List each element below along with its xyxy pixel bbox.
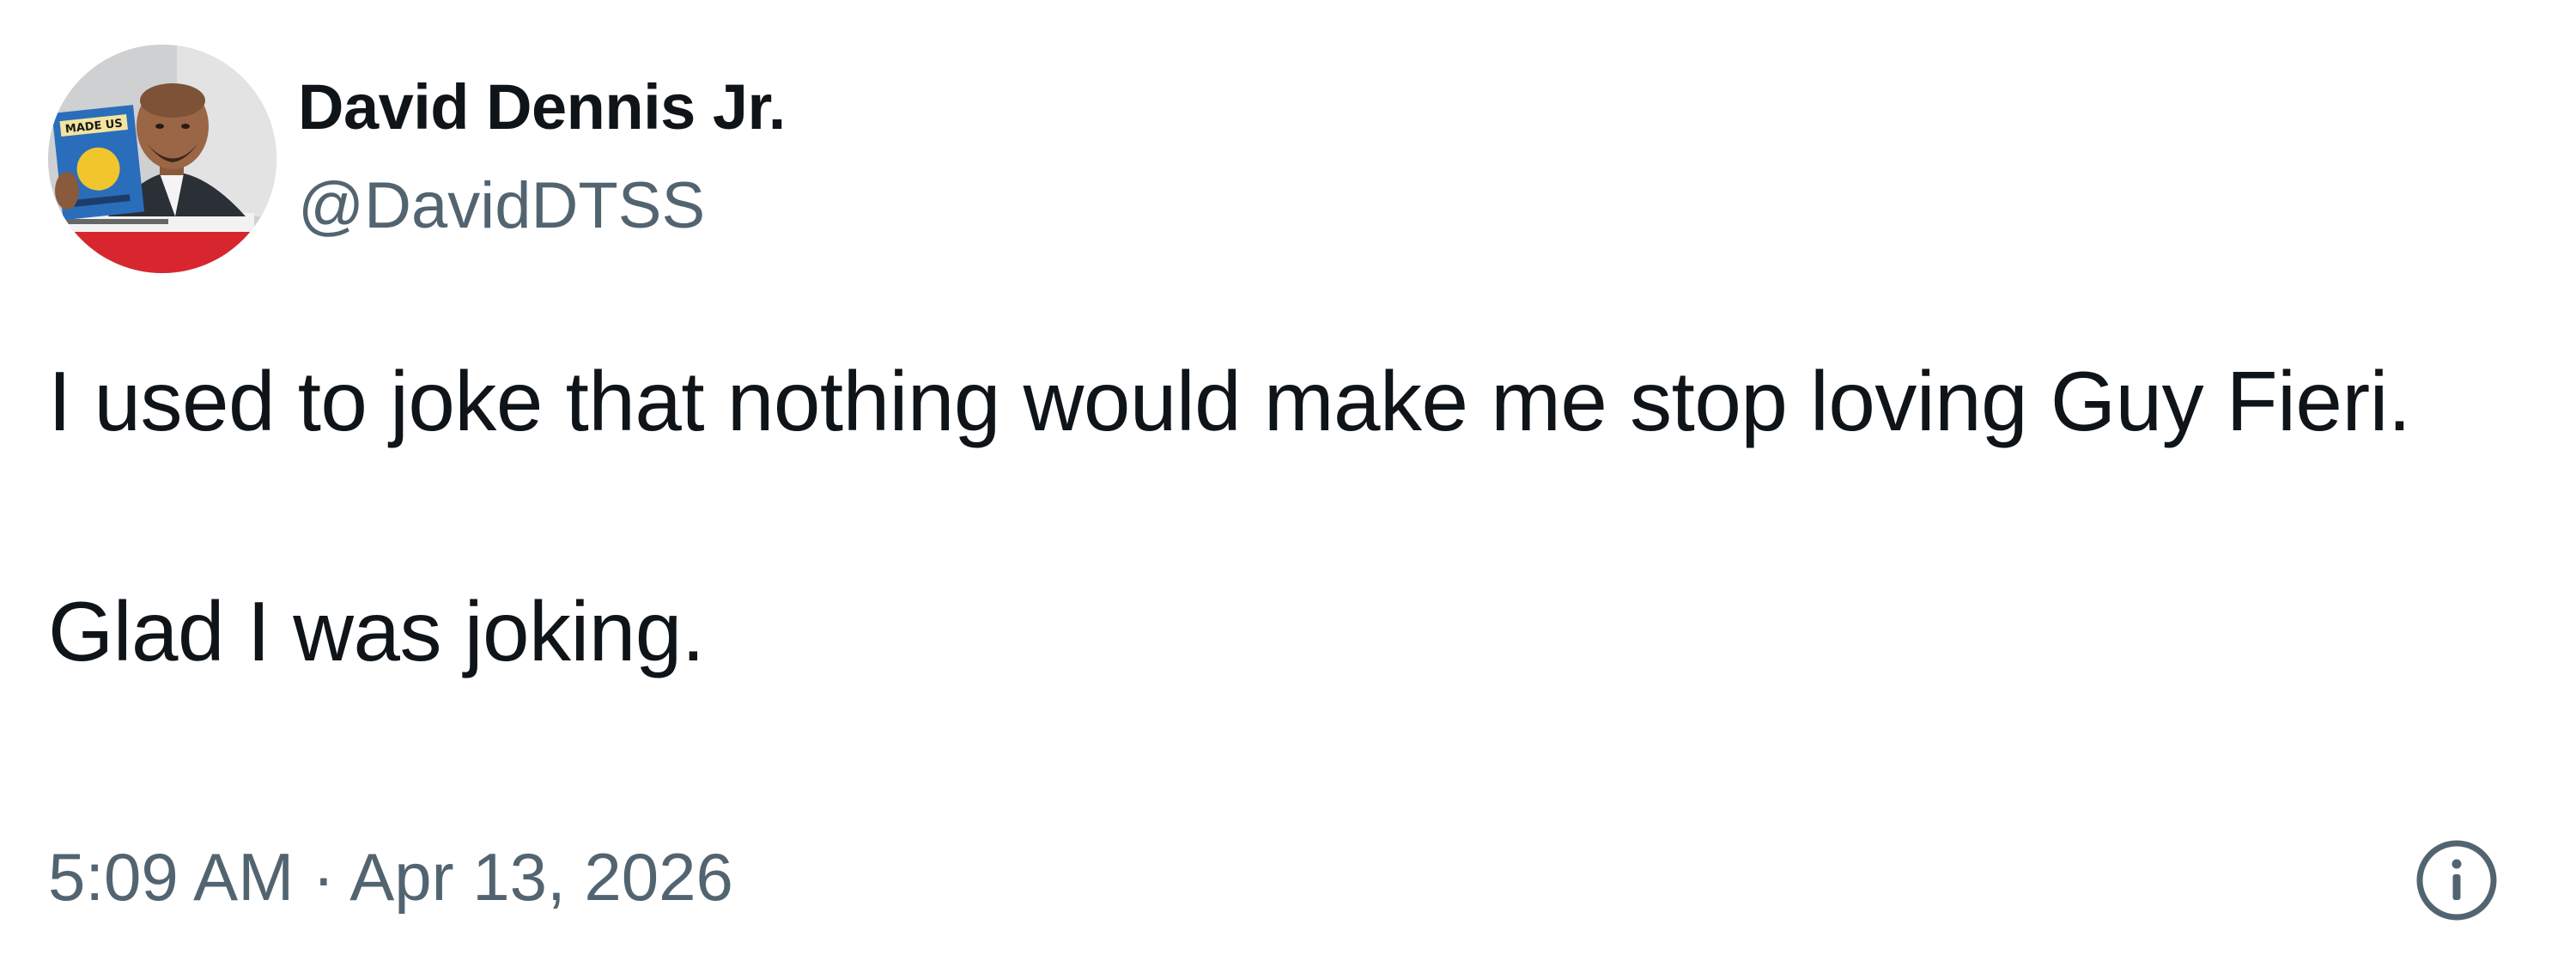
tweet-card: MADE US David Dennis Jr. @DavidDTSS I us… bbox=[0, 0, 2576, 961]
info-button[interactable] bbox=[2415, 838, 2499, 922]
tweet-paragraph: I used to joke that nothing would make m… bbox=[48, 354, 2411, 448]
author-handle[interactable]: @DavidDTSS bbox=[298, 170, 705, 242]
info-icon bbox=[2416, 840, 2497, 921]
author-display-name[interactable]: David Dennis Jr. bbox=[298, 72, 786, 143]
avatar-photo: MADE US bbox=[48, 45, 276, 273]
tweet-text: I used to joke that nothing would make m… bbox=[48, 344, 2538, 689]
avatar[interactable]: MADE US bbox=[48, 45, 276, 273]
tweet-paragraph: Glad I was joking. bbox=[48, 584, 705, 678]
tweet-timestamp[interactable]: 5:09 AM · Apr 13, 2026 bbox=[48, 837, 733, 918]
